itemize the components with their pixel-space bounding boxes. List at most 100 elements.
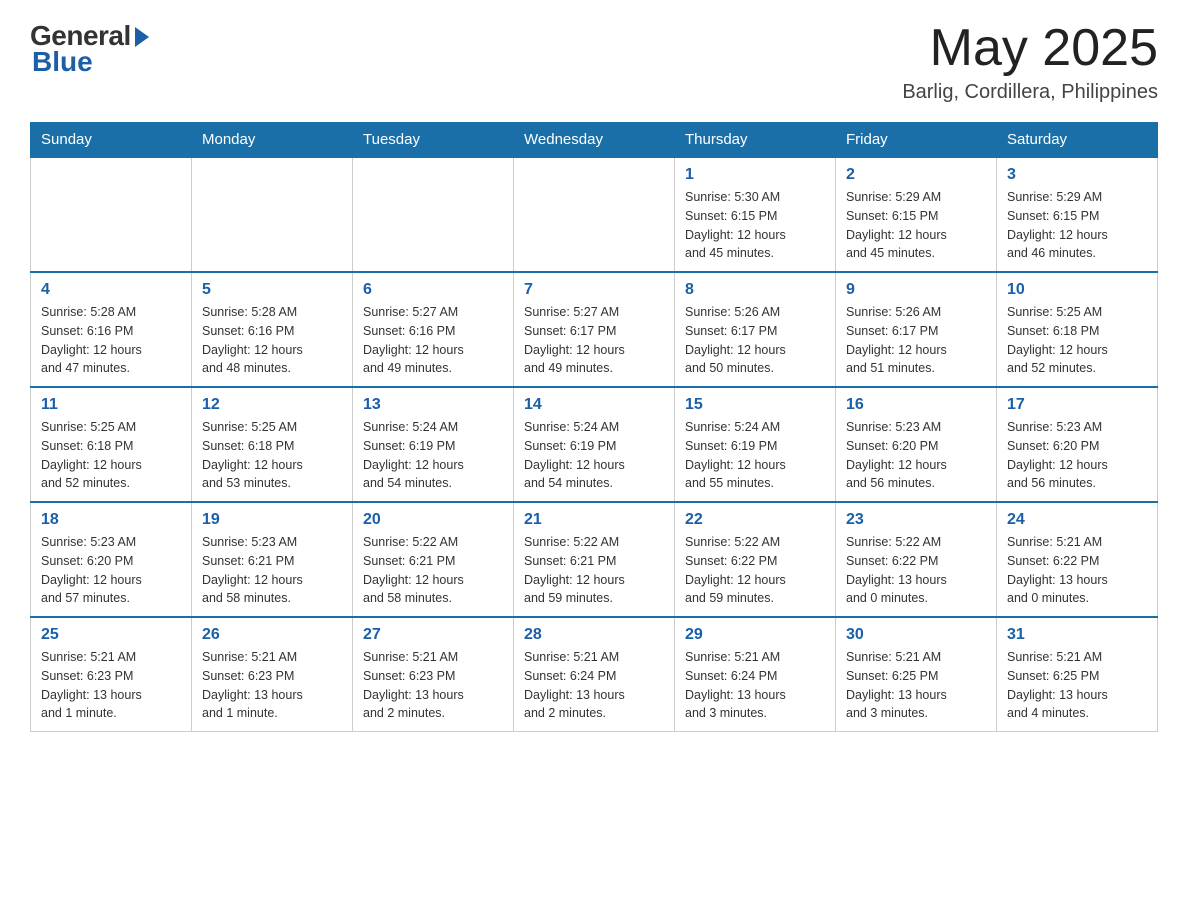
day-info: Sunrise: 5:24 AMSunset: 6:19 PMDaylight:… [685,418,825,493]
calendar-cell: 24 Sunrise: 5:21 AMSunset: 6:22 PMDayligh… [997,502,1158,617]
day-number: 22 [685,511,825,529]
day-info: Sunrise: 5:26 AMSunset: 6:17 PMDaylight:… [685,303,825,378]
calendar-table: SundayMondayTuesdayWednesdayThursdayFrid… [30,122,1158,732]
day-number: 23 [846,511,986,529]
page-header: General Blue May 2025 Barlig, Cordillera… [30,20,1158,104]
day-number: 20 [363,511,503,529]
day-number: 3 [1007,166,1147,184]
day-info: Sunrise: 5:21 AMSunset: 6:23 PMDaylight:… [41,648,181,723]
day-of-week-header: Wednesday [514,123,675,158]
day-info: Sunrise: 5:23 AMSunset: 6:20 PMDaylight:… [846,418,986,493]
day-info: Sunrise: 5:28 AMSunset: 6:16 PMDaylight:… [202,303,342,378]
logo-blue-text: Blue [32,46,93,78]
calendar-cell: 5 Sunrise: 5:28 AMSunset: 6:16 PMDaylight… [192,272,353,387]
day-info: Sunrise: 5:27 AMSunset: 6:17 PMDaylight:… [524,303,664,378]
title-block: May 2025 Barlig, Cordillera, Philippines [902,20,1158,104]
calendar-cell: 2 Sunrise: 5:29 AMSunset: 6:15 PMDaylight… [836,157,997,272]
day-info: Sunrise: 5:21 AMSunset: 6:24 PMDaylight:… [524,648,664,723]
day-number: 27 [363,626,503,644]
day-info: Sunrise: 5:25 AMSunset: 6:18 PMDaylight:… [41,418,181,493]
calendar-cell: 27 Sunrise: 5:21 AMSunset: 6:23 PMDayligh… [353,617,514,732]
week-row: 18 Sunrise: 5:23 AMSunset: 6:20 PMDayligh… [31,502,1158,617]
day-info: Sunrise: 5:24 AMSunset: 6:19 PMDaylight:… [524,418,664,493]
calendar-cell: 20 Sunrise: 5:22 AMSunset: 6:21 PMDayligh… [353,502,514,617]
day-info: Sunrise: 5:27 AMSunset: 6:16 PMDaylight:… [363,303,503,378]
calendar-cell: 4 Sunrise: 5:28 AMSunset: 6:16 PMDaylight… [31,272,192,387]
day-number: 2 [846,166,986,184]
day-number: 11 [41,396,181,414]
day-info: Sunrise: 5:30 AMSunset: 6:15 PMDaylight:… [685,188,825,263]
day-info: Sunrise: 5:23 AMSunset: 6:20 PMDaylight:… [1007,418,1147,493]
day-info: Sunrise: 5:22 AMSunset: 6:21 PMDaylight:… [524,533,664,608]
day-number: 9 [846,281,986,299]
day-number: 7 [524,281,664,299]
day-info: Sunrise: 5:24 AMSunset: 6:19 PMDaylight:… [363,418,503,493]
days-header-row: SundayMondayTuesdayWednesdayThursdayFrid… [31,123,1158,158]
day-number: 4 [41,281,181,299]
day-number: 18 [41,511,181,529]
calendar-cell: 17 Sunrise: 5:23 AMSunset: 6:20 PMDayligh… [997,387,1158,502]
day-number: 12 [202,396,342,414]
day-number: 30 [846,626,986,644]
calendar-cell: 11 Sunrise: 5:25 AMSunset: 6:18 PMDayligh… [31,387,192,502]
day-number: 5 [202,281,342,299]
calendar-cell: 10 Sunrise: 5:25 AMSunset: 6:18 PMDayligh… [997,272,1158,387]
day-info: Sunrise: 5:21 AMSunset: 6:24 PMDaylight:… [685,648,825,723]
calendar-cell: 22Sunrise: 5:22 AMSunset: 6:22 PMDayligh… [675,502,836,617]
day-number: 8 [685,281,825,299]
calendar-cell: 19 Sunrise: 5:23 AMSunset: 6:21 PMDayligh… [192,502,353,617]
day-number: 25 [41,626,181,644]
calendar-cell: 14 Sunrise: 5:24 AMSunset: 6:19 PMDayligh… [514,387,675,502]
day-info: Sunrise: 5:25 AMSunset: 6:18 PMDaylight:… [1007,303,1147,378]
logo: General Blue [30,20,149,78]
day-of-week-header: Tuesday [353,123,514,158]
day-info: Sunrise: 5:21 AMSunset: 6:23 PMDaylight:… [202,648,342,723]
day-number: 10 [1007,281,1147,299]
day-number: 6 [363,281,503,299]
calendar-cell [514,157,675,272]
calendar-cell [192,157,353,272]
logo-arrow-icon [135,27,149,47]
day-info: Sunrise: 5:29 AMSunset: 6:15 PMDaylight:… [846,188,986,263]
calendar-cell: 6 Sunrise: 5:27 AMSunset: 6:16 PMDaylight… [353,272,514,387]
calendar-cell: 13Sunrise: 5:24 AMSunset: 6:19 PMDayligh… [353,387,514,502]
calendar-cell: 15 Sunrise: 5:24 AMSunset: 6:19 PMDayligh… [675,387,836,502]
calendar-cell: 12 Sunrise: 5:25 AMSunset: 6:18 PMDayligh… [192,387,353,502]
calendar-cell: 26Sunrise: 5:21 AMSunset: 6:23 PMDayligh… [192,617,353,732]
calendar-cell [31,157,192,272]
day-number: 19 [202,511,342,529]
day-info: Sunrise: 5:21 AMSunset: 6:23 PMDaylight:… [363,648,503,723]
day-info: Sunrise: 5:22 AMSunset: 6:22 PMDaylight:… [846,533,986,608]
calendar-cell: 16 Sunrise: 5:23 AMSunset: 6:20 PMDayligh… [836,387,997,502]
day-info: Sunrise: 5:21 AMSunset: 6:22 PMDaylight:… [1007,533,1147,608]
calendar-cell: 3Sunrise: 5:29 AMSunset: 6:15 PMDaylight… [997,157,1158,272]
week-row: 4 Sunrise: 5:28 AMSunset: 6:16 PMDaylight… [31,272,1158,387]
week-row: 25 Sunrise: 5:21 AMSunset: 6:23 PMDayligh… [31,617,1158,732]
day-of-week-header: Sunday [31,123,192,158]
calendar-cell: 28 Sunrise: 5:21 AMSunset: 6:24 PMDayligh… [514,617,675,732]
day-number: 29 [685,626,825,644]
day-info: Sunrise: 5:22 AMSunset: 6:21 PMDaylight:… [363,533,503,608]
day-number: 17 [1007,396,1147,414]
day-number: 14 [524,396,664,414]
calendar-cell [353,157,514,272]
day-number: 24 [1007,511,1147,529]
calendar-cell: 18 Sunrise: 5:23 AMSunset: 6:20 PMDayligh… [31,502,192,617]
calendar-cell: 1Sunrise: 5:30 AMSunset: 6:15 PMDaylight… [675,157,836,272]
day-of-week-header: Thursday [675,123,836,158]
day-info: Sunrise: 5:23 AMSunset: 6:21 PMDaylight:… [202,533,342,608]
day-number: 28 [524,626,664,644]
week-row: 1Sunrise: 5:30 AMSunset: 6:15 PMDaylight… [31,157,1158,272]
day-info: Sunrise: 5:25 AMSunset: 6:18 PMDaylight:… [202,418,342,493]
day-number: 16 [846,396,986,414]
calendar-cell: 21Sunrise: 5:22 AMSunset: 6:21 PMDayligh… [514,502,675,617]
calendar-cell: 8 Sunrise: 5:26 AMSunset: 6:17 PMDaylight… [675,272,836,387]
month-title: May 2025 [902,20,1158,77]
day-of-week-header: Saturday [997,123,1158,158]
location-text: Barlig, Cordillera, Philippines [902,81,1158,104]
calendar-cell: 30 Sunrise: 5:21 AMSunset: 6:25 PMDayligh… [836,617,997,732]
day-info: Sunrise: 5:21 AMSunset: 6:25 PMDaylight:… [846,648,986,723]
day-info: Sunrise: 5:28 AMSunset: 6:16 PMDaylight:… [41,303,181,378]
day-info: Sunrise: 5:23 AMSunset: 6:20 PMDaylight:… [41,533,181,608]
day-number: 15 [685,396,825,414]
